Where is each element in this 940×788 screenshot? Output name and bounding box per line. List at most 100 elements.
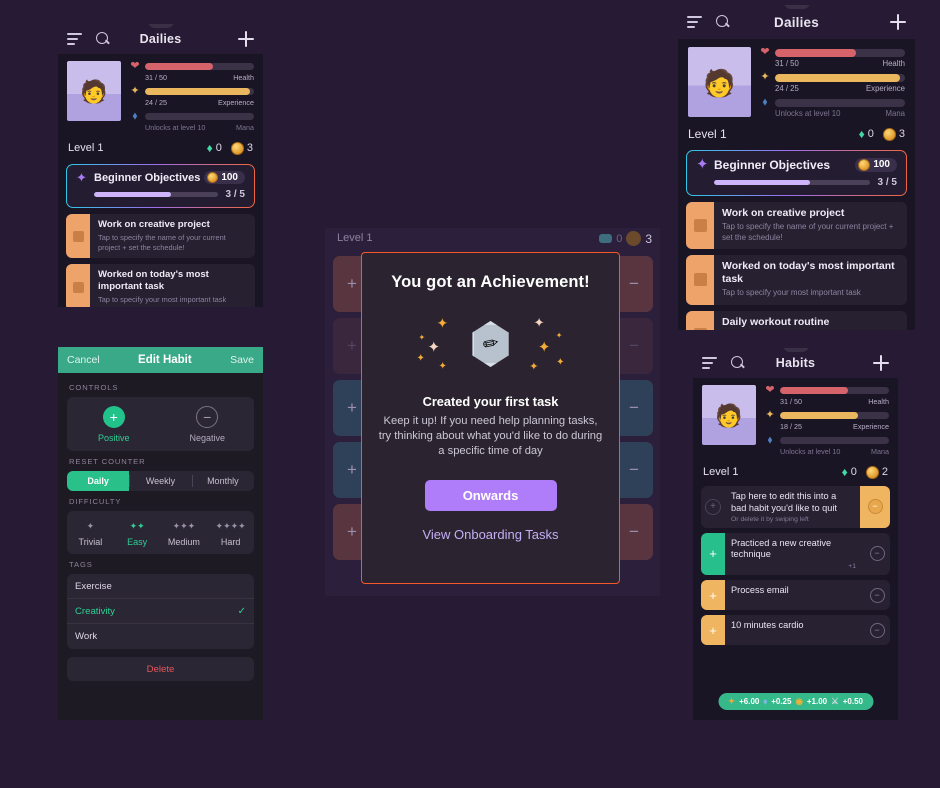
heart-icon: ❤ bbox=[130, 60, 140, 72]
plus-icon[interactable] bbox=[873, 355, 889, 371]
hamburger-icon[interactable] bbox=[687, 16, 702, 28]
star-icon: ✦ bbox=[728, 696, 736, 706]
minus-button[interactable]: − bbox=[864, 533, 890, 576]
table-row[interactable]: Daily workout routine Tap to choose your… bbox=[686, 310, 907, 330]
minus-icon[interactable]: − bbox=[615, 504, 653, 560]
health-value: 31 / 50 bbox=[780, 397, 802, 406]
view-onboarding-tasks-link[interactable]: View Onboarding Tasks bbox=[422, 527, 558, 542]
table-row[interactable]: Worked on today's most important task Ta… bbox=[66, 264, 255, 307]
controls-group: + Positive − Negative bbox=[67, 397, 254, 451]
minus-icon[interactable]: − bbox=[615, 380, 653, 436]
task-subtitle: Tap to specify your most important task bbox=[722, 288, 861, 298]
cancel-button[interactable]: Cancel bbox=[67, 354, 100, 366]
page-title: Dailies bbox=[139, 32, 182, 46]
avatar[interactable]: 🧑 bbox=[702, 385, 756, 445]
minus-icon[interactable]: − bbox=[615, 442, 653, 498]
minus-button[interactable]: − bbox=[864, 615, 890, 645]
health-bar-fill bbox=[775, 48, 856, 57]
stat-health: ❤ 31 / 50 Health bbox=[129, 61, 254, 82]
mana-bar-track bbox=[145, 113, 254, 120]
experience-bar-fill bbox=[145, 88, 250, 95]
objective-progress-track bbox=[94, 192, 218, 197]
minus-icon[interactable]: − bbox=[615, 256, 653, 312]
objective-coin-value: 100 bbox=[221, 172, 238, 183]
mana-bar-track bbox=[775, 98, 905, 107]
task-checkbox[interactable] bbox=[66, 264, 90, 307]
sparkle-icon: ✦ bbox=[416, 353, 425, 364]
delete-button[interactable]: Delete bbox=[67, 657, 254, 681]
avatar[interactable]: 🧑 bbox=[688, 47, 751, 117]
beginner-objectives-card[interactable]: ✦ Beginner Objectives 100 3 / 5 bbox=[686, 150, 907, 196]
list-item[interactable]: + Tap here to edit this into a bad habit… bbox=[701, 486, 890, 528]
table-row[interactable]: Work on creative project Tap to specify … bbox=[686, 202, 907, 249]
minus-button[interactable]: − bbox=[864, 580, 890, 610]
task-title: Worked on today's most important task bbox=[722, 259, 895, 286]
plus-button[interactable]: + bbox=[701, 532, 725, 576]
task-checkbox[interactable] bbox=[686, 254, 714, 305]
search-icon[interactable] bbox=[731, 356, 745, 370]
list-item[interactable]: Work bbox=[67, 624, 254, 649]
search-icon[interactable] bbox=[716, 15, 730, 29]
task-checkbox[interactable] bbox=[686, 202, 714, 249]
level-row: Level 1 ♦ 0 3 bbox=[58, 138, 263, 162]
habit-title: Tap here to edit this into a bad habit y… bbox=[731, 491, 837, 513]
difficulty-hard[interactable]: ✦✦✦✦ Hard bbox=[207, 518, 254, 547]
experience-bar-track bbox=[145, 88, 254, 95]
health-bar-track bbox=[145, 63, 254, 70]
list-item[interactable]: + Practiced a new creative technique +1 … bbox=[701, 532, 890, 576]
tags-label: TAGS bbox=[69, 560, 93, 569]
droplet-icon: ⬧ bbox=[763, 696, 768, 706]
reset-option-monthly[interactable]: Monthly bbox=[191, 471, 254, 491]
habits-panel: Habits 🧑 ❤ 31 / 50 Health ✦ 18 / 25 Expe… bbox=[693, 348, 898, 720]
difficulty-label-medium: Medium bbox=[167, 537, 200, 547]
droplet-icon: ⬧ bbox=[767, 434, 773, 446]
positive-control[interactable]: + Positive bbox=[67, 406, 161, 443]
task-checkbox[interactable] bbox=[686, 310, 714, 330]
plus-icon[interactable] bbox=[890, 14, 906, 30]
difficulty-trivial[interactable]: ✦ Trivial bbox=[67, 518, 114, 547]
task-checkbox[interactable] bbox=[66, 214, 90, 259]
difficulty-label-easy: Easy bbox=[127, 537, 148, 547]
health-bar-fill bbox=[780, 387, 848, 394]
avatar[interactable]: 🧑 bbox=[67, 61, 121, 121]
page-title: Dailies bbox=[774, 14, 819, 30]
search-icon[interactable] bbox=[96, 32, 110, 46]
plus-button[interactable]: + bbox=[701, 580, 725, 611]
minus-icon[interactable]: − bbox=[615, 318, 653, 374]
hamburger-icon[interactable] bbox=[702, 357, 717, 369]
level-label: Level 1 bbox=[337, 232, 373, 244]
hero-sprite: 🧑 bbox=[715, 403, 743, 429]
plus-icon[interactable]: + bbox=[705, 498, 721, 515]
onwards-button[interactable]: Onwards bbox=[424, 479, 557, 511]
habit-title: 10 minutes cardio bbox=[731, 620, 804, 631]
reset-option-weekly[interactable]: Weekly bbox=[129, 471, 191, 491]
table-row[interactable]: Work on creative project Tap to specify … bbox=[66, 214, 255, 259]
currency-display: ♦ 0 2 bbox=[842, 465, 888, 479]
reset-option-daily[interactable]: Daily bbox=[67, 471, 130, 491]
plus-icon[interactable] bbox=[238, 31, 254, 47]
coin-icon bbox=[858, 158, 871, 171]
beginner-objectives-card[interactable]: ✦ Beginner Objectives 100 3 / 5 bbox=[66, 164, 255, 208]
list-item[interactable]: + 10 minutes cardio − bbox=[701, 615, 890, 646]
experience-bar-fill bbox=[775, 73, 900, 82]
hero-sprite: 🧑 bbox=[703, 68, 736, 99]
edit-habit-panel: Cancel Edit Habit Save CONTROLS + Positi… bbox=[58, 347, 263, 720]
minus-button[interactable]: − bbox=[860, 486, 890, 528]
sparkle-icon: ✦ bbox=[438, 361, 447, 372]
list-item[interactable]: + Process email − bbox=[701, 580, 890, 611]
plus-icon: + bbox=[102, 406, 125, 428]
hamburger-icon[interactable] bbox=[67, 33, 82, 45]
positive-label: Positive bbox=[97, 433, 130, 443]
coin-icon bbox=[882, 127, 896, 141]
plus-button[interactable]: + bbox=[701, 615, 725, 646]
difficulty-medium[interactable]: ✦✦✦ Medium bbox=[161, 518, 208, 547]
negative-control[interactable]: − Negative bbox=[161, 406, 255, 443]
list-item[interactable]: Creativity ✓ bbox=[67, 599, 254, 624]
status-notch bbox=[147, 24, 174, 28]
difficulty-easy[interactable]: ✦✦ Easy bbox=[114, 518, 161, 547]
save-button[interactable]: Save bbox=[230, 354, 254, 366]
list-item[interactable]: Exercise bbox=[67, 574, 254, 599]
checkmark-icon: ✓ bbox=[237, 605, 246, 617]
table-row[interactable]: Worked on today's most important task Ta… bbox=[686, 254, 907, 305]
star-icon: ✦✦✦ bbox=[172, 521, 196, 531]
